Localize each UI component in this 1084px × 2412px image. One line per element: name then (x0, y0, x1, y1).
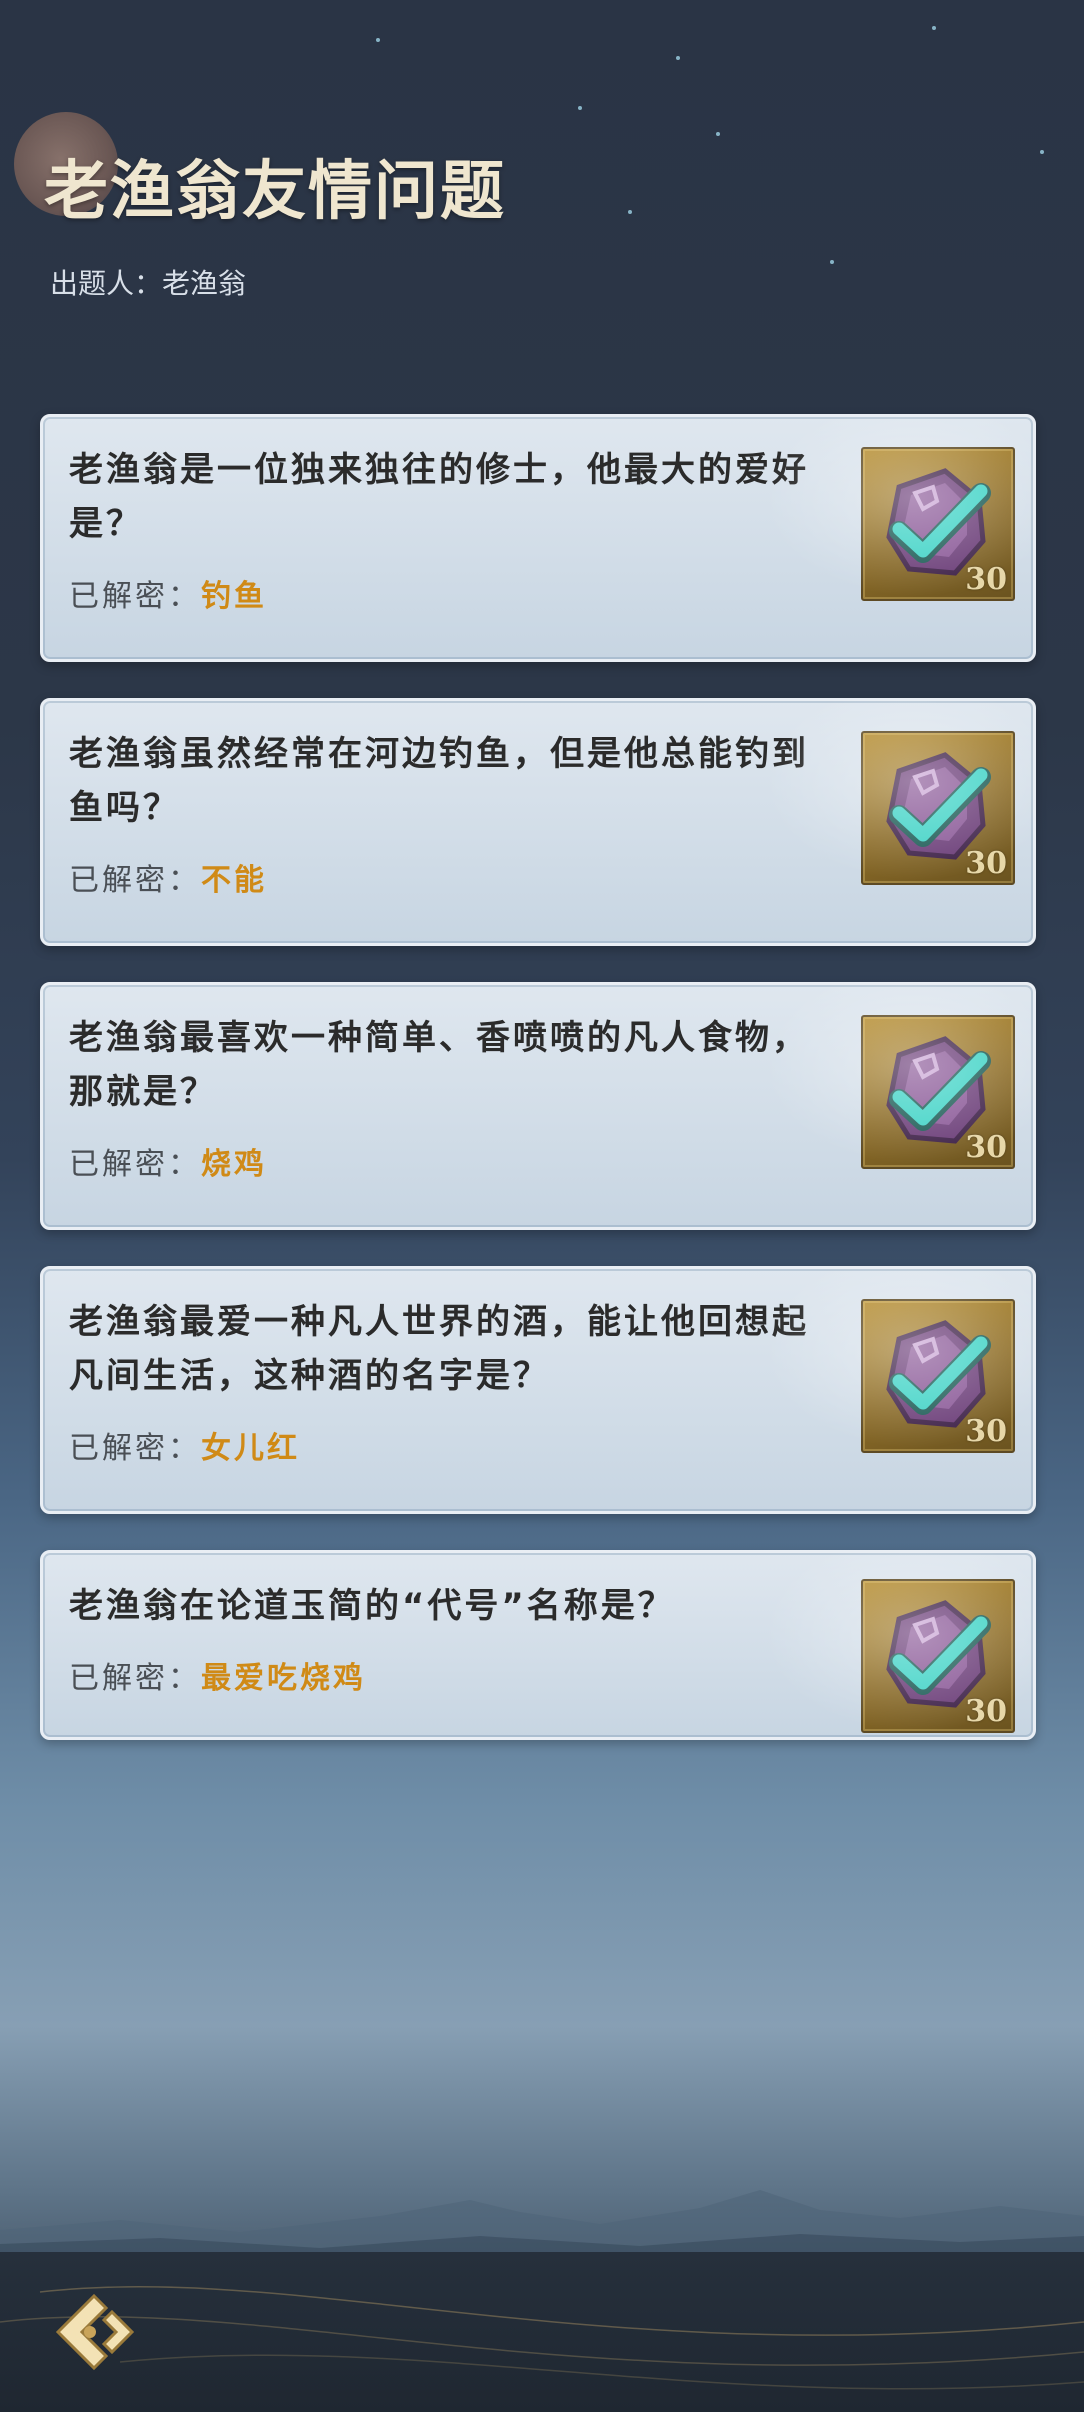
question-card[interactable]: 老渔翁虽然经常在河边钓鱼，但是他总能钓到鱼吗？ 已解密：不能 30 (40, 698, 1036, 946)
question-text: 老渔翁虽然经常在河边钓鱼，但是他总能钓到鱼吗？ (69, 734, 809, 828)
mountain-silhouette (0, 2190, 1084, 2260)
solved-badge: 30 (861, 1015, 1015, 1169)
answer-value: 钓鱼 (201, 579, 267, 614)
answer-label: 已解密： (69, 863, 201, 898)
answer-label: 已解密： (69, 1147, 201, 1182)
question-card[interactable]: 老渔翁在论道玉简的“代号”名称是？ 已解密：最爱吃烧鸡 30 (40, 1550, 1036, 1740)
answer-label: 已解密： (69, 1431, 201, 1466)
solved-badge: 30 (861, 1299, 1015, 1453)
solved-badge: 30 (861, 1579, 1015, 1733)
answer-value: 不能 (201, 863, 267, 898)
author-line: 出题人：老渔翁 (50, 267, 247, 300)
badge-count: 30 (965, 562, 1007, 597)
page-title: 老渔翁友情问题 (44, 154, 506, 229)
badge-count: 30 (965, 1414, 1007, 1449)
question-text: 老渔翁最喜欢一种简单、香喷喷的凡人食物，那就是？ (69, 1018, 809, 1112)
badge-count: 30 (965, 1130, 1007, 1165)
answer-row: 已解密：不能 (69, 855, 267, 899)
answer-row: 已解密：最爱吃烧鸡 (69, 1653, 366, 1697)
answer-row: 已解密：钓鱼 (69, 571, 267, 615)
question-text: 老渔翁是一位独来独往的修士，他最大的爱好是？ (69, 450, 809, 544)
badge-count: 30 (965, 846, 1007, 881)
question-card[interactable]: 老渔翁最喜欢一种简单、香喷喷的凡人食物，那就是？ 已解密：烧鸡 30 (40, 982, 1036, 1230)
decorative-waves (0, 2285, 1084, 2390)
solved-badge: 30 (861, 731, 1015, 885)
badge-count: 30 (965, 1694, 1007, 1729)
bottom-bar (0, 2252, 1084, 2412)
back-button[interactable] (46, 2282, 146, 2382)
question-card[interactable]: 老渔翁是一位独来独往的修士，他最大的爱好是？ 已解密：钓鱼 30 (40, 414, 1036, 662)
answer-value: 最爱吃烧鸡 (201, 1661, 366, 1696)
question-text: 老渔翁最爱一种凡人世界的酒，能让他回想起凡间生活，这种酒的名字是？ (69, 1302, 809, 1396)
answer-value: 女儿红 (201, 1431, 300, 1466)
answer-row: 已解密：女儿红 (69, 1423, 300, 1467)
answer-value: 烧鸡 (201, 1147, 267, 1182)
answer-label: 已解密： (69, 579, 201, 614)
back-arrow-icon (55, 2293, 135, 2371)
question-text: 老渔翁在论道玉简的“代号”名称是？ (69, 1586, 675, 1626)
solved-badge: 30 (861, 447, 1015, 601)
answer-label: 已解密： (69, 1661, 201, 1696)
answer-row: 已解密：烧鸡 (69, 1139, 267, 1183)
question-card[interactable]: 老渔翁最爱一种凡人世界的酒，能让他回想起凡间生活，这种酒的名字是？ 已解密：女儿… (40, 1266, 1036, 1514)
